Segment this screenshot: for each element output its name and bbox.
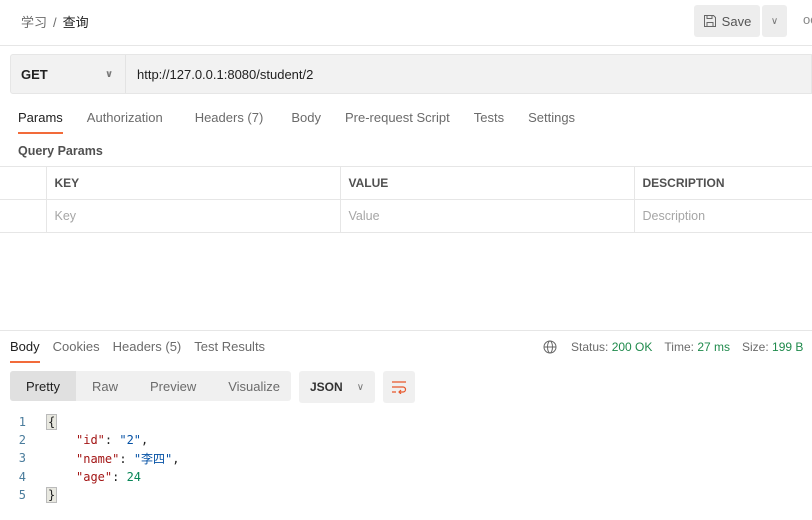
brace: { [46, 414, 58, 431]
format-label: JSON [310, 380, 343, 394]
tab-tests[interactable]: Tests [474, 110, 504, 125]
line-number: 3 [18, 451, 26, 466]
json-value: "2" [119, 433, 142, 448]
size-label: Size: [742, 340, 769, 354]
tab-response-body[interactable]: Body [10, 339, 40, 363]
line-number: 2 [18, 433, 26, 448]
divider [0, 45, 812, 46]
request-tabs: Params Authorization Headers (7) Body Pr… [18, 110, 575, 134]
response-status: Status: 200 OK Time: 27 ms Size: 199 B [543, 340, 803, 354]
line-number: 1 [18, 415, 26, 430]
json-key: "age" [76, 469, 113, 484]
key-input[interactable]: Key [45, 199, 341, 233]
status-value: 200 OK [611, 340, 653, 354]
table-header-row: KEY VALUE DESCRIPTION [0, 166, 812, 200]
wrap-icon [392, 381, 407, 394]
line-number: 5 [18, 487, 26, 502]
format-select[interactable]: JSON ∨ [299, 371, 375, 403]
column-key: KEY [45, 166, 341, 200]
url-bar: GET ∨ http://127.0.0.1:8080/student/2 [10, 54, 812, 94]
line-number: 4 [18, 469, 26, 484]
value-input[interactable]: Value [339, 199, 635, 233]
response-tabs: Body Cookies Headers (5) Test Results [10, 339, 265, 363]
tab-settings[interactable]: Settings [528, 110, 575, 125]
json-value: "李四" [133, 451, 173, 466]
breadcrumb-current[interactable]: 查询 [63, 15, 89, 30]
save-icon [703, 15, 716, 27]
chevron-down-icon: ∨ [356, 381, 365, 393]
breadcrumb-separator: / [53, 15, 57, 30]
time-value[interactable]: 27 ms [697, 340, 730, 354]
table-row: Key Value Description [0, 199, 812, 233]
chevron-down-icon: ∨ [770, 15, 779, 27]
column-description: DESCRIPTION [633, 166, 812, 200]
tab-headers[interactable]: Headers (7) [195, 110, 264, 125]
view-mode-toggle: Pretty Raw Preview Visualize [10, 371, 291, 401]
tab-response-headers[interactable]: Headers (5) [113, 339, 182, 354]
divider [0, 330, 812, 331]
description-input[interactable]: Description [633, 199, 812, 233]
json-key: "name" [76, 451, 120, 466]
tab-cookies[interactable]: Cookies [53, 339, 100, 354]
method-select[interactable]: GET ∨ [11, 55, 126, 93]
response-body-editor[interactable]: 1{ 2 "id": "2", 3 "name": "李四", 4 "age": 24… [0, 413, 180, 504]
json-value: 24 [126, 469, 142, 484]
view-raw[interactable]: Raw [76, 371, 134, 401]
status-label: Status: [571, 340, 609, 354]
method-label: GET [21, 66, 48, 82]
time-label: Time: [664, 340, 694, 354]
tab-pre-request-script[interactable]: Pre-request Script [345, 110, 450, 125]
save-label: Save [721, 13, 752, 29]
view-preview[interactable]: Preview [134, 371, 212, 401]
chevron-down-icon: ∨ [105, 68, 114, 80]
row-checkbox-cell [0, 199, 47, 233]
globe-icon[interactable] [543, 340, 557, 354]
size-value[interactable]: 199 B [772, 340, 803, 354]
tab-authorization[interactable]: Authorization [87, 110, 163, 125]
query-params-table: KEY VALUE DESCRIPTION Key Value Description [0, 166, 812, 233]
breadcrumb-parent[interactable]: 学习 [21, 15, 47, 30]
save-button[interactable]: Save [694, 5, 760, 37]
view-visualize[interactable]: Visualize [212, 371, 296, 401]
tab-params[interactable]: Params [18, 110, 63, 134]
wrap-lines-button[interactable] [383, 371, 415, 403]
query-params-title: Query Params [18, 144, 103, 158]
breadcrumb: 学习 / 查询 [21, 12, 89, 31]
brace: } [46, 486, 58, 503]
json-key: "id" [76, 433, 105, 448]
tab-body[interactable]: Body [291, 110, 321, 125]
save-dropdown-button[interactable]: ∨ [762, 5, 787, 37]
column-value: VALUE [339, 166, 635, 200]
tab-test-results[interactable]: Test Results [194, 339, 265, 354]
url-input[interactable]: http://127.0.0.1:8080/student/2 [137, 67, 313, 82]
more-options-button[interactable]: oo [803, 12, 812, 27]
view-pretty[interactable]: Pretty [10, 371, 76, 401]
checkbox-column [0, 166, 47, 200]
